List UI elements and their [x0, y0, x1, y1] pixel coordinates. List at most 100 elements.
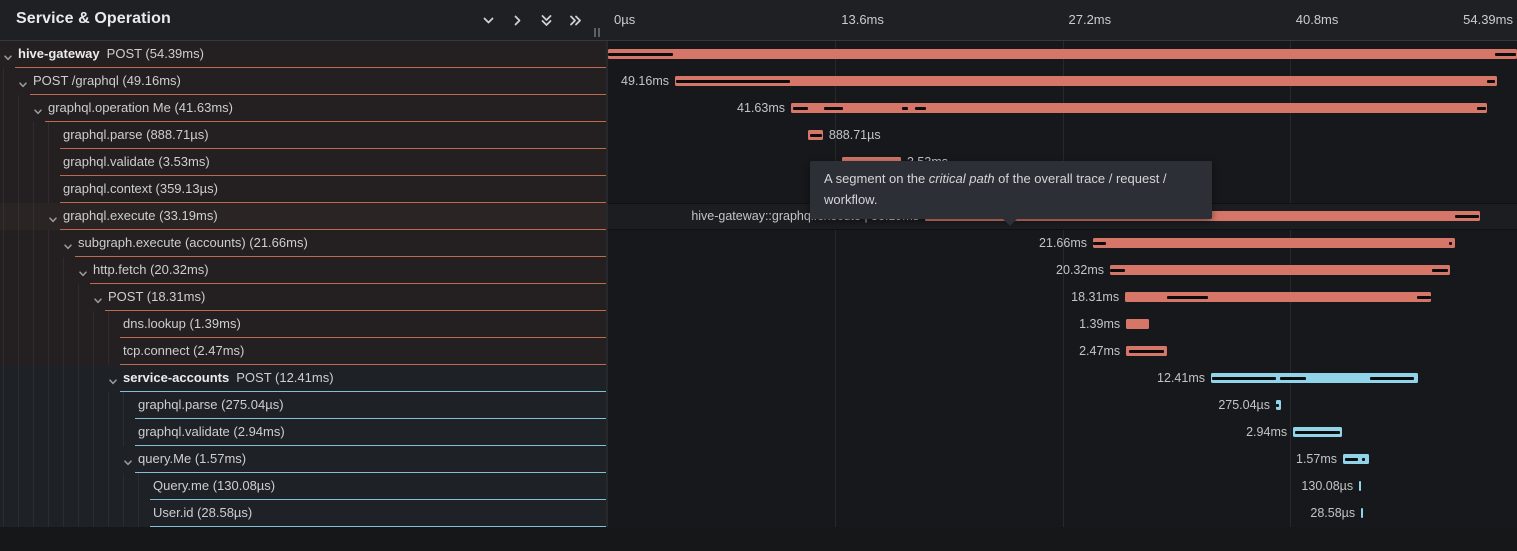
span-bar-row[interactable]: 275.04µs — [608, 392, 1517, 419]
critical-path-segment[interactable] — [1167, 296, 1208, 299]
critical-path-segment[interactable] — [1345, 458, 1358, 461]
span-bar[interactable] — [1361, 508, 1363, 518]
critical-path-segment[interactable] — [902, 107, 908, 110]
span-row-http.fetch[interactable]: http.fetch (20.32ms) — [0, 257, 608, 284]
chevron-down-icon[interactable] — [48, 212, 58, 222]
chevron-down-icon[interactable] — [123, 455, 133, 465]
chevron-down-icon[interactable] — [481, 13, 496, 28]
span-bar-row[interactable]: 1.39ms — [608, 311, 1517, 338]
critical-path-segment[interactable] — [1370, 377, 1414, 380]
indent-guide — [93, 500, 94, 527]
indent-guide — [33, 473, 34, 500]
critical-path-segment[interactable] — [1477, 107, 1486, 110]
critical-path-segment[interactable] — [1212, 377, 1276, 380]
critical-path-segment[interactable] — [1455, 215, 1478, 218]
critical-path-segment[interactable] — [1110, 269, 1125, 272]
span-row-dns.lookup[interactable]: dns.lookup (1.39ms) — [0, 311, 608, 338]
span-bar[interactable] — [1093, 238, 1455, 248]
span-row-POST[interactable]: POST (18.31ms) — [0, 284, 608, 311]
span-bar-row[interactable]: 21.66ms — [608, 230, 1517, 257]
span-row-POST[interactable]: POST /graphql (49.16ms) — [0, 68, 608, 95]
chevron-down-icon[interactable] — [63, 239, 73, 249]
critical-path-segment[interactable] — [915, 107, 926, 110]
chevron-down-icon[interactable] — [78, 266, 88, 276]
critical-path-segment[interactable] — [1093, 242, 1106, 245]
span-row-Query.me[interactable]: Query.me (130.08µs) — [0, 473, 608, 500]
indent-guide — [63, 338, 64, 365]
chevron-down-icon[interactable] — [3, 50, 13, 60]
critical-path-segment[interactable] — [1276, 404, 1278, 407]
span-row-graphql.operation[interactable]: graphql.operation Me (41.63ms) — [0, 95, 608, 122]
indent-guide — [93, 446, 94, 473]
critical-path-segment[interactable] — [810, 134, 821, 137]
span-bars: 49.16ms41.63ms888.71µs3.53ms359.13µshive… — [608, 41, 1517, 527]
span-bar-row[interactable]: 1.57ms — [608, 446, 1517, 473]
span-row-graphql.parse[interactable]: graphql.parse (275.04µs) — [0, 392, 608, 419]
indent-guide — [93, 419, 94, 446]
indent-guide — [33, 419, 34, 446]
indent-guide — [18, 500, 19, 527]
span-row-subgraph.execute[interactable]: subgraph.execute (accounts) (21.66ms) — [0, 230, 608, 257]
panel-divider[interactable] — [606, 0, 608, 527]
span-bar-row[interactable]: 41.63ms — [608, 95, 1517, 122]
span-row-User.id[interactable]: User.id (28.58µs) — [0, 500, 608, 527]
indent-guide — [48, 284, 49, 311]
critical-path-segment[interactable] — [824, 107, 843, 110]
span-row-query.Me[interactable]: query.Me (1.57ms) — [0, 446, 608, 473]
indent-guide — [48, 392, 49, 419]
span-row-graphql.context[interactable]: graphql.context (359.13µs) — [0, 176, 608, 203]
span-bar-row[interactable]: 18.31ms — [608, 284, 1517, 311]
span-bar-row[interactable]: 49.16ms — [608, 68, 1517, 95]
span-bar-row[interactable] — [608, 41, 1517, 68]
indent-guide — [3, 392, 4, 419]
span-bar[interactable] — [1359, 481, 1361, 491]
span-row-graphql.validate[interactable]: graphql.validate (3.53ms) — [0, 149, 608, 176]
critical-path-segment[interactable] — [1417, 296, 1431, 299]
chevron-right-icon[interactable] — [510, 13, 525, 28]
span-bar-row[interactable]: 2.47ms — [608, 338, 1517, 365]
indent-guide — [3, 419, 4, 446]
span-bar[interactable] — [608, 49, 1517, 59]
critical-path-segment[interactable] — [1280, 377, 1306, 380]
critical-path-segment[interactable] — [1449, 242, 1452, 245]
indent-guide — [3, 311, 4, 338]
indent-guide — [78, 419, 79, 446]
span-row-tcp.connect[interactable]: tcp.connect (2.47ms) — [0, 338, 608, 365]
span-bar-row[interactable]: 20.32ms — [608, 257, 1517, 284]
critical-path-segment[interactable] — [1495, 53, 1516, 56]
span-row-graphql.validate[interactable]: graphql.validate (2.94ms) — [0, 419, 608, 446]
indent-guide — [123, 500, 124, 527]
span-bar-row[interactable]: 2.94ms — [608, 419, 1517, 446]
critical-path-segment[interactable] — [1129, 350, 1164, 353]
span-name-label: query.Me (1.57ms) — [138, 446, 246, 472]
chevron-down-icon[interactable] — [93, 293, 103, 303]
span-bar[interactable] — [1110, 265, 1450, 275]
span-row-service-accounts[interactable]: service-accountsPOST (12.41ms) — [0, 365, 608, 392]
critical-path-segment[interactable] — [608, 53, 673, 56]
critical-path-segment[interactable] — [1487, 80, 1495, 83]
span-bar-row[interactable]: 130.08µs — [608, 473, 1517, 500]
critical-path-segment[interactable] — [1432, 269, 1448, 272]
column-resizer-handle[interactable] — [594, 28, 600, 37]
indent-guide — [93, 365, 94, 392]
chevron-down-icon[interactable] — [33, 104, 43, 114]
span-row-graphql.execute[interactable]: graphql.execute (33.19ms) — [0, 203, 608, 230]
span-bar-row[interactable]: 888.71µs — [608, 122, 1517, 149]
span-bar-row[interactable]: 28.58µs — [608, 500, 1517, 527]
span-bar[interactable] — [1126, 319, 1149, 329]
critical-path-segment[interactable] — [1295, 431, 1340, 434]
chevron-down-icon[interactable] — [108, 374, 118, 384]
span-bar[interactable] — [791, 103, 1487, 113]
critical-path-segment[interactable] — [793, 107, 808, 110]
span-row-graphql.parse[interactable]: graphql.parse (888.71µs) — [0, 122, 608, 149]
chevron-down-icon[interactable] — [18, 77, 28, 87]
span-bar-row[interactable]: 12.41ms — [608, 365, 1517, 392]
critical-path-segment[interactable] — [676, 80, 790, 83]
span-name-label: graphql.parse (888.71µs) — [63, 122, 209, 148]
double-chevron-right-icon[interactable] — [568, 13, 583, 28]
indent-guide — [3, 257, 4, 284]
span-bar[interactable] — [675, 76, 1497, 86]
span-row-hive-gateway[interactable]: hive-gatewayPOST (54.39ms) — [0, 41, 608, 68]
double-chevron-down-icon[interactable] — [539, 13, 554, 28]
indent-guide — [78, 311, 79, 338]
